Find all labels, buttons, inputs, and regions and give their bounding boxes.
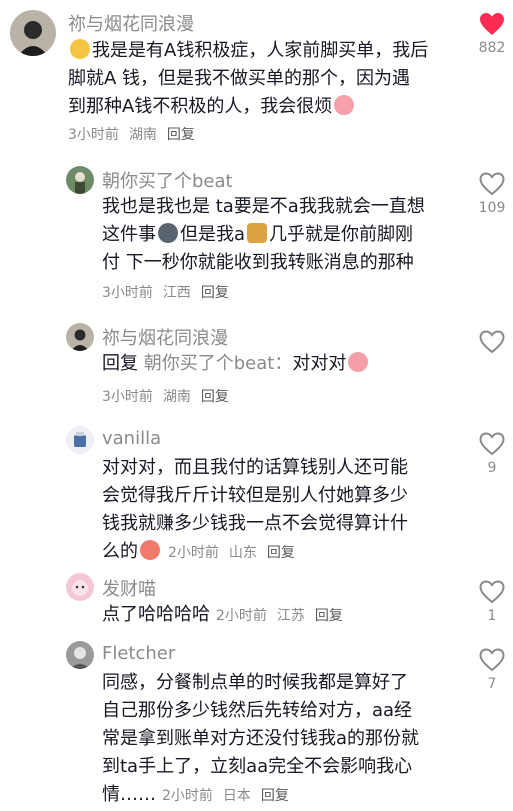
avatar[interactable] [10,10,56,56]
like-count: 882 [478,40,506,56]
reply-target[interactable]: 朝你买了个beat： [144,353,293,374]
comment-meta: 3小时前 湖南 回复 [68,124,195,144]
location: 江西 [162,285,191,301]
timestamp: 3小时前 [68,127,119,143]
location: 山东 [228,545,257,561]
like-button[interactable]: 1 [472,580,512,624]
reply-button[interactable]: 回复 [201,389,229,405]
avatar[interactable] [66,573,94,601]
comment-username[interactable]: 朝你买了个beat [102,167,233,193]
heart-outline-icon [479,432,505,456]
crying-face-emoji [334,95,355,115]
comment-meta: 3小时前 江西 回复 [102,282,229,302]
reply-button[interactable]: 回复 [315,608,343,624]
comment-text: 点了哈哈哈哈 2小时前 江苏 回复 [102,604,343,625]
reply-button[interactable]: 回复 [167,127,195,143]
comment-text: 同感，分餐制点单的时候我都是算好了 自己那份多少钱然后先转给对方，aa经 常是拿… [102,672,420,805]
comment-text: 我也是我也是 ta要是不a我我就会一直想 这件事 但是我a 几乎就是你前脚刚 付 下… [102,196,425,273]
timestamp: 2小时前 [162,788,213,804]
cat-emoji [158,223,178,243]
grinning-face-emoji [70,39,90,59]
like-count: 1 [487,608,497,624]
timestamp: 2小时前 [216,608,267,624]
comment-username[interactable]: 发财喵 [102,575,156,601]
location: 日本 [222,788,251,804]
comment-text: 回复 朝你买了个beat：对对对 [102,350,370,378]
timestamp: 2小时前 [168,545,219,561]
timestamp: 3小时前 [102,285,153,301]
like-count: 109 [478,200,506,216]
like-button[interactable]: 7 [472,648,512,692]
crying-face-emoji [348,352,369,372]
heart-filled-icon [480,13,504,35]
comment-username[interactable]: vanilla [102,428,161,449]
avatar[interactable] [66,166,94,194]
timestamp: 3小时前 [102,389,153,405]
like-button[interactable]: 109 [472,172,512,216]
heart-outline-icon [479,648,505,672]
avatar[interactable] [66,641,94,669]
like-count: 9 [487,460,497,476]
reply-button[interactable]: 回复 [267,545,295,561]
avatar[interactable] [66,323,94,351]
blushing-face-emoji [140,540,160,560]
like-button[interactable]: 882 [472,12,512,56]
comment-username[interactable]: 祢与烟花同浪漫 [102,324,228,350]
comment-username[interactable]: Fletcher [102,643,175,664]
comment-meta: 3小时前 湖南 回复 [102,386,229,406]
heart-outline-icon [479,172,505,196]
like-count: 7 [487,676,497,692]
location: 湖南 [128,127,157,143]
reply-button[interactable]: 回复 [261,788,289,804]
comment-text: 对对对，而且我付的话算钱别人还可能 会觉得我斤斤计较但是别人付她算多少 钱我就赚… [102,457,408,562]
heart-outline-icon [479,330,505,354]
comment-username[interactable]: 祢与烟花同浪漫 [68,10,194,36]
heart-outline-icon [479,580,505,604]
location: 湖南 [162,389,191,405]
comment-text: 我是是有A钱积极症，人家前脚买单，我后 脚就A 钱，但是我不做买单的那个，因为遇… [68,39,429,117]
like-button[interactable]: 9 [472,432,512,476]
avatar[interactable] [66,426,94,454]
location: 江苏 [276,608,305,624]
money-bag-emoji [247,223,268,243]
like-button[interactable] [472,330,512,354]
reply-button[interactable]: 回复 [201,285,229,301]
